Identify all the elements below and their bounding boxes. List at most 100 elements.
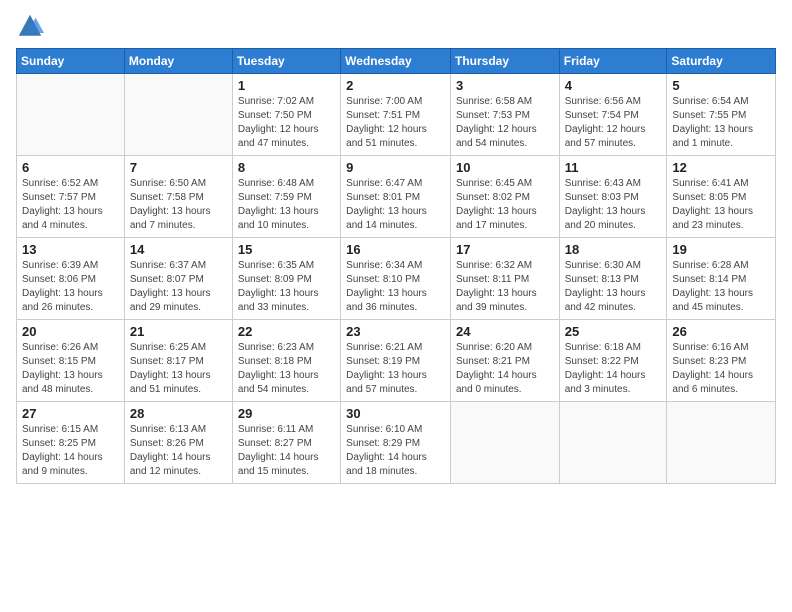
day-info: Sunrise: 6:58 AM Sunset: 7:53 PM Dayligh… <box>456 95 554 151</box>
day-info: Sunrise: 6:15 AM Sunset: 8:25 PM Dayligh… <box>22 423 119 479</box>
calendar-cell: 30 Sunrise: 6:10 AM Sunset: 8:29 PM Dayli… <box>341 402 451 484</box>
day-number: 4 <box>565 78 662 93</box>
calendar-cell: 18 Sunrise: 6:30 AM Sunset: 8:13 PM Dayli… <box>559 238 667 320</box>
calendar-cell: 17 Sunrise: 6:32 AM Sunset: 8:11 PM Dayli… <box>450 238 559 320</box>
day-number: 19 <box>672 242 770 257</box>
calendar-cell: 12 Sunrise: 6:41 AM Sunset: 8:05 PM Dayli… <box>667 156 776 238</box>
day-info: Sunrise: 6:43 AM Sunset: 8:03 PM Dayligh… <box>565 177 662 233</box>
day-number: 27 <box>22 406 119 421</box>
day-info: Sunrise: 6:10 AM Sunset: 8:29 PM Dayligh… <box>346 423 445 479</box>
calendar-cell: 9Sunrise: 6:47 AM Sunset: 8:01 PM Daylig… <box>341 156 451 238</box>
day-number: 11 <box>565 160 662 175</box>
day-number: 5 <box>672 78 770 93</box>
calendar-cell: 22 Sunrise: 6:23 AM Sunset: 8:18 PM Dayli… <box>232 320 340 402</box>
calendar-cell: 11 Sunrise: 6:43 AM Sunset: 8:03 PM Dayli… <box>559 156 667 238</box>
calendar-cell: 29Sunrise: 6:11 AM Sunset: 8:27 PM Dayli… <box>232 402 340 484</box>
day-info: Sunrise: 6:37 AM Sunset: 8:07 PM Dayligh… <box>130 259 227 315</box>
day-number: 24 <box>456 324 554 339</box>
day-number: 1 <box>238 78 335 93</box>
calendar-cell: 24 Sunrise: 6:20 AM Sunset: 8:21 PM Dayli… <box>450 320 559 402</box>
calendar-cell <box>559 402 667 484</box>
calendar-cell: 23 Sunrise: 6:21 AM Sunset: 8:19 PM Dayli… <box>341 320 451 402</box>
day-info: Sunrise: 6:18 AM Sunset: 8:22 PM Dayligh… <box>565 341 662 397</box>
day-number: 12 <box>672 160 770 175</box>
calendar-cell: 21 Sunrise: 6:25 AM Sunset: 8:17 PM Dayli… <box>124 320 232 402</box>
day-info: Sunrise: 6:25 AM Sunset: 8:17 PM Dayligh… <box>130 341 227 397</box>
calendar-cell: 28 Sunrise: 6:13 AM Sunset: 8:26 PM Dayli… <box>124 402 232 484</box>
calendar-week-2: 13 Sunrise: 6:39 AM Sunset: 8:06 PM Dayli… <box>17 238 776 320</box>
day-number: 14 <box>130 242 227 257</box>
day-number: 13 <box>22 242 119 257</box>
calendar-cell: 8Sunrise: 6:48 AM Sunset: 7:59 PM Daylig… <box>232 156 340 238</box>
day-info: Sunrise: 6:32 AM Sunset: 8:11 PM Dayligh… <box>456 259 554 315</box>
day-info: Sunrise: 6:35 AM Sunset: 8:09 PM Dayligh… <box>238 259 335 315</box>
day-number: 7 <box>130 160 227 175</box>
calendar-cell: 6 Sunrise: 6:52 AM Sunset: 7:57 PM Daylig… <box>17 156 125 238</box>
calendar-cell <box>17 74 125 156</box>
day-number: 22 <box>238 324 335 339</box>
day-info: Sunrise: 6:28 AM Sunset: 8:14 PM Dayligh… <box>672 259 770 315</box>
header-wednesday: Wednesday <box>341 49 451 74</box>
logo <box>16 12 48 40</box>
calendar-cell <box>124 74 232 156</box>
calendar-cell: 15Sunrise: 6:35 AM Sunset: 8:09 PM Dayli… <box>232 238 340 320</box>
calendar-cell: 27 Sunrise: 6:15 AM Sunset: 8:25 PM Dayli… <box>17 402 125 484</box>
day-info: Sunrise: 6:23 AM Sunset: 8:18 PM Dayligh… <box>238 341 335 397</box>
day-info: Sunrise: 6:52 AM Sunset: 7:57 PM Dayligh… <box>22 177 119 233</box>
day-number: 2 <box>346 78 445 93</box>
calendar-week-0: 1 Sunrise: 7:02 AM Sunset: 7:50 PM Daylig… <box>17 74 776 156</box>
day-info: Sunrise: 6:20 AM Sunset: 8:21 PM Dayligh… <box>456 341 554 397</box>
calendar-cell: 26 Sunrise: 6:16 AM Sunset: 8:23 PM Dayli… <box>667 320 776 402</box>
header-friday: Friday <box>559 49 667 74</box>
day-number: 8 <box>238 160 335 175</box>
calendar-header-row: SundayMondayTuesdayWednesdayThursdayFrid… <box>17 49 776 74</box>
day-info: Sunrise: 6:39 AM Sunset: 8:06 PM Dayligh… <box>22 259 119 315</box>
calendar-cell: 3 Sunrise: 6:58 AM Sunset: 7:53 PM Daylig… <box>450 74 559 156</box>
calendar-cell <box>667 402 776 484</box>
day-info: Sunrise: 6:13 AM Sunset: 8:26 PM Dayligh… <box>130 423 227 479</box>
header-tuesday: Tuesday <box>232 49 340 74</box>
calendar-cell: 10Sunrise: 6:45 AM Sunset: 8:02 PM Dayli… <box>450 156 559 238</box>
calendar-table: SundayMondayTuesdayWednesdayThursdayFrid… <box>16 48 776 484</box>
day-number: 30 <box>346 406 445 421</box>
day-number: 20 <box>22 324 119 339</box>
day-number: 3 <box>456 78 554 93</box>
day-info: Sunrise: 6:30 AM Sunset: 8:13 PM Dayligh… <box>565 259 662 315</box>
calendar-cell: 19 Sunrise: 6:28 AM Sunset: 8:14 PM Dayli… <box>667 238 776 320</box>
day-number: 16 <box>346 242 445 257</box>
header-saturday: Saturday <box>667 49 776 74</box>
day-info: Sunrise: 6:45 AM Sunset: 8:02 PM Dayligh… <box>456 177 554 233</box>
calendar-cell: 14 Sunrise: 6:37 AM Sunset: 8:07 PM Dayli… <box>124 238 232 320</box>
day-info: Sunrise: 6:41 AM Sunset: 8:05 PM Dayligh… <box>672 177 770 233</box>
calendar-cell: 20Sunrise: 6:26 AM Sunset: 8:15 PM Dayli… <box>17 320 125 402</box>
day-number: 29 <box>238 406 335 421</box>
calendar-cell: 7 Sunrise: 6:50 AM Sunset: 7:58 PM Daylig… <box>124 156 232 238</box>
day-number: 25 <box>565 324 662 339</box>
calendar-cell: 1 Sunrise: 7:02 AM Sunset: 7:50 PM Daylig… <box>232 74 340 156</box>
day-number: 6 <box>22 160 119 175</box>
day-number: 21 <box>130 324 227 339</box>
header <box>16 12 776 40</box>
day-info: Sunrise: 7:00 AM Sunset: 7:51 PM Dayligh… <box>346 95 445 151</box>
header-sunday: Sunday <box>17 49 125 74</box>
day-number: 18 <box>565 242 662 257</box>
calendar-week-1: 6 Sunrise: 6:52 AM Sunset: 7:57 PM Daylig… <box>17 156 776 238</box>
day-number: 9 <box>346 160 445 175</box>
calendar-cell: 16Sunrise: 6:34 AM Sunset: 8:10 PM Dayli… <box>341 238 451 320</box>
day-info: Sunrise: 7:02 AM Sunset: 7:50 PM Dayligh… <box>238 95 335 151</box>
day-info: Sunrise: 6:21 AM Sunset: 8:19 PM Dayligh… <box>346 341 445 397</box>
day-number: 28 <box>130 406 227 421</box>
day-number: 26 <box>672 324 770 339</box>
calendar-cell: 13 Sunrise: 6:39 AM Sunset: 8:06 PM Dayli… <box>17 238 125 320</box>
calendar-week-3: 20Sunrise: 6:26 AM Sunset: 8:15 PM Dayli… <box>17 320 776 402</box>
day-info: Sunrise: 6:50 AM Sunset: 7:58 PM Dayligh… <box>130 177 227 233</box>
day-number: 17 <box>456 242 554 257</box>
calendar-cell <box>450 402 559 484</box>
header-thursday: Thursday <box>450 49 559 74</box>
calendar-cell: 2 Sunrise: 7:00 AM Sunset: 7:51 PM Daylig… <box>341 74 451 156</box>
calendar-cell: 25 Sunrise: 6:18 AM Sunset: 8:22 PM Dayli… <box>559 320 667 402</box>
day-info: Sunrise: 6:16 AM Sunset: 8:23 PM Dayligh… <box>672 341 770 397</box>
calendar-week-4: 27 Sunrise: 6:15 AM Sunset: 8:25 PM Dayli… <box>17 402 776 484</box>
calendar-cell: 4Sunrise: 6:56 AM Sunset: 7:54 PM Daylig… <box>559 74 667 156</box>
day-number: 23 <box>346 324 445 339</box>
